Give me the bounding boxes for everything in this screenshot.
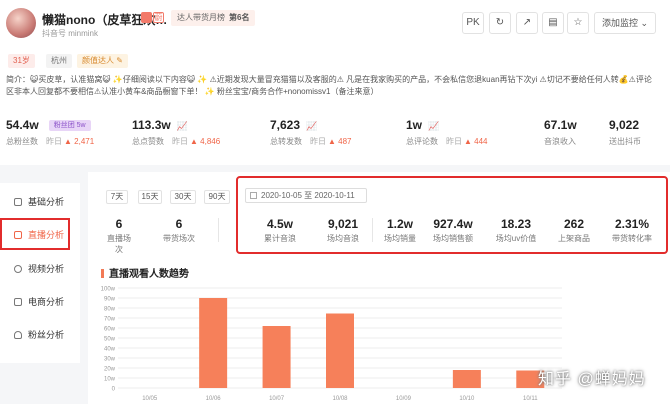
city-tag: 杭州 xyxy=(46,54,72,68)
stat-shares: 7,623 📈 总转发数 昨日 ▲ 487 xyxy=(270,118,352,147)
viewers-trend-chart: 100w 90w 80w 70w 60w 50w 40w 30w 20w 10w 0 10/05 10/… xyxy=(101,287,562,402)
chart-title: 直播观看人数趋势 xyxy=(101,265,189,280)
chart-bar xyxy=(199,298,228,388)
y-tick-label: 90w xyxy=(104,297,116,303)
range-15d-button[interactable]: 15天 xyxy=(138,190,162,204)
y-tick-label: 60w xyxy=(104,327,116,333)
stat-likes: 113.3w 📈 总点赞数 昨日 ▲ 4,846 xyxy=(132,118,220,147)
highlight-box xyxy=(0,218,70,250)
douyin-id: 抖音号 minmink xyxy=(42,29,99,38)
live-stat: 6 带货场次 xyxy=(162,217,196,244)
sidebar-item-label: 基础分析 xyxy=(28,197,65,207)
live-stat-value: 6 xyxy=(115,217,123,231)
stat-label: 送出抖币 xyxy=(609,137,641,146)
refresh-icon[interactable]: ↻ xyxy=(489,12,511,34)
stat-change: ▲ 444 xyxy=(464,137,488,146)
stat-change: ▲ 4,846 xyxy=(190,137,221,146)
trend-icon[interactable]: 📈 xyxy=(177,121,188,131)
stat-label: 总点赞数 xyxy=(132,137,164,146)
sidebar-item-label: 视频分析 xyxy=(28,264,65,274)
stat-yesterday: 昨日 xyxy=(172,137,188,146)
chart-bar xyxy=(452,370,481,388)
stat-yesterday: 昨日 xyxy=(446,137,462,146)
y-tick-label: 30w xyxy=(104,357,116,363)
stat-yesterday: 昨日 xyxy=(46,137,62,146)
divider xyxy=(218,218,219,242)
stat-value: 1w xyxy=(406,118,423,132)
category-tag[interactable]: 颜值达人 ✎ xyxy=(77,54,128,68)
live-stat-label: 直播场次 xyxy=(107,234,131,254)
y-tick-label: 10w xyxy=(104,377,116,383)
report-icon[interactable]: ▤ xyxy=(542,12,564,34)
range-7d-button[interactable]: 7天 xyxy=(106,190,128,204)
x-tick-label: 10/07 xyxy=(269,396,285,402)
y-tick-label: 70w xyxy=(104,317,116,323)
stat-label: 音浪收入 xyxy=(544,137,576,146)
sidebar-item-label: 电商分析 xyxy=(28,297,65,307)
stat-label: 总粉丝数 xyxy=(6,137,38,146)
stat-comments: 1w 📈 总评论数 昨日 ▲ 444 xyxy=(406,118,488,147)
stat-coins: 9,022 送出抖币 xyxy=(609,118,641,147)
stat-value: 7,623 xyxy=(270,118,301,132)
y-tick-label: 100w xyxy=(101,287,116,293)
watermark: 知乎 @蝉妈妈 xyxy=(538,371,646,388)
live-stat-value: 6 xyxy=(175,217,183,231)
trend-icon[interactable]: 📈 xyxy=(428,121,439,131)
chart-bar xyxy=(262,326,291,388)
rank-badge-value: 第6名 xyxy=(229,13,250,22)
stat-label: 总转发数 xyxy=(270,137,302,146)
y-tick-label: 80w xyxy=(104,307,116,313)
stat-label: 总评论数 xyxy=(406,137,438,146)
play-icon xyxy=(14,265,22,273)
stat-income: 67.1w 音浪收入 xyxy=(544,118,577,147)
verified-tag: 蔚 xyxy=(153,12,164,23)
star-icon[interactable]: ☆ xyxy=(567,12,589,34)
avatar[interactable] xyxy=(6,8,36,38)
stat-yesterday: 昨日 xyxy=(310,137,326,146)
rank-badge-label: 达人带货月榜 xyxy=(177,13,225,22)
stat-fans: 54.4w 粉丝团 5w 总粉丝数 昨日 ▲ 2,471 xyxy=(6,118,94,147)
sidebar-item-ecommerce[interactable]: 电商分析 xyxy=(0,289,80,315)
x-tick-label: 10/05 xyxy=(142,396,158,402)
live-stat: 6 直播场次 xyxy=(104,217,134,255)
y-tick-label: 40w xyxy=(104,347,116,353)
stat-change: ▲ 487 xyxy=(328,137,352,146)
trend-icon[interactable]: 📈 xyxy=(306,121,317,131)
x-tick-label: 10/09 xyxy=(396,396,412,402)
sidebar-item-video[interactable]: 视频分析 xyxy=(0,256,80,282)
y-tick-label: 20w xyxy=(104,367,116,373)
share-icon[interactable]: ↗ xyxy=(516,12,538,34)
sidebar-item-fans[interactable]: 粉丝分析 xyxy=(0,322,80,348)
x-tick-label: 10/11 xyxy=(523,396,538,402)
age-tag: 31岁 xyxy=(8,54,35,68)
x-tick-label: 10/08 xyxy=(332,396,348,402)
cart-icon xyxy=(14,298,22,306)
range-30d-button[interactable]: 30天 xyxy=(170,190,196,204)
sidebar-item-label: 粉丝分析 xyxy=(28,330,65,340)
stat-value: 67.1w xyxy=(544,118,577,132)
x-tick-label: 10/10 xyxy=(459,396,475,402)
range-90d-button[interactable]: 90天 xyxy=(204,190,230,204)
profile-intro: 简介：😺买皮草，认准猫窝😺 ✨仔细阅读以下内容😺 ✨ ⚠近期发现大量冒充猫猫以及… xyxy=(6,75,652,96)
y-tick-label: 50w xyxy=(104,337,116,343)
stat-change: ▲ 2,471 xyxy=(64,137,95,146)
x-tick-label: 10/06 xyxy=(206,396,222,402)
user-icon xyxy=(14,331,22,339)
stat-value: 113.3w xyxy=(132,118,171,132)
highlight-box xyxy=(236,176,668,254)
stat-value: 9,022 xyxy=(609,118,640,132)
add-monitor-button[interactable]: 添加监控 ⌄ xyxy=(594,12,656,34)
sidebar-item-basic[interactable]: 基础分析 xyxy=(0,189,80,215)
live-stat-label: 带货场次 xyxy=(163,234,195,243)
gender-tag-icon xyxy=(141,12,152,23)
stat-value: 54.4w xyxy=(6,118,39,132)
fan-club-pill[interactable]: 粉丝团 5w xyxy=(48,120,91,132)
pk-button[interactable]: PK xyxy=(462,12,484,34)
chart-bar xyxy=(326,313,354,388)
rank-badge[interactable]: 达人带货月榜 第6名 xyxy=(171,10,256,26)
doc-icon xyxy=(14,198,22,206)
y-tick-label: 0 xyxy=(112,387,116,393)
